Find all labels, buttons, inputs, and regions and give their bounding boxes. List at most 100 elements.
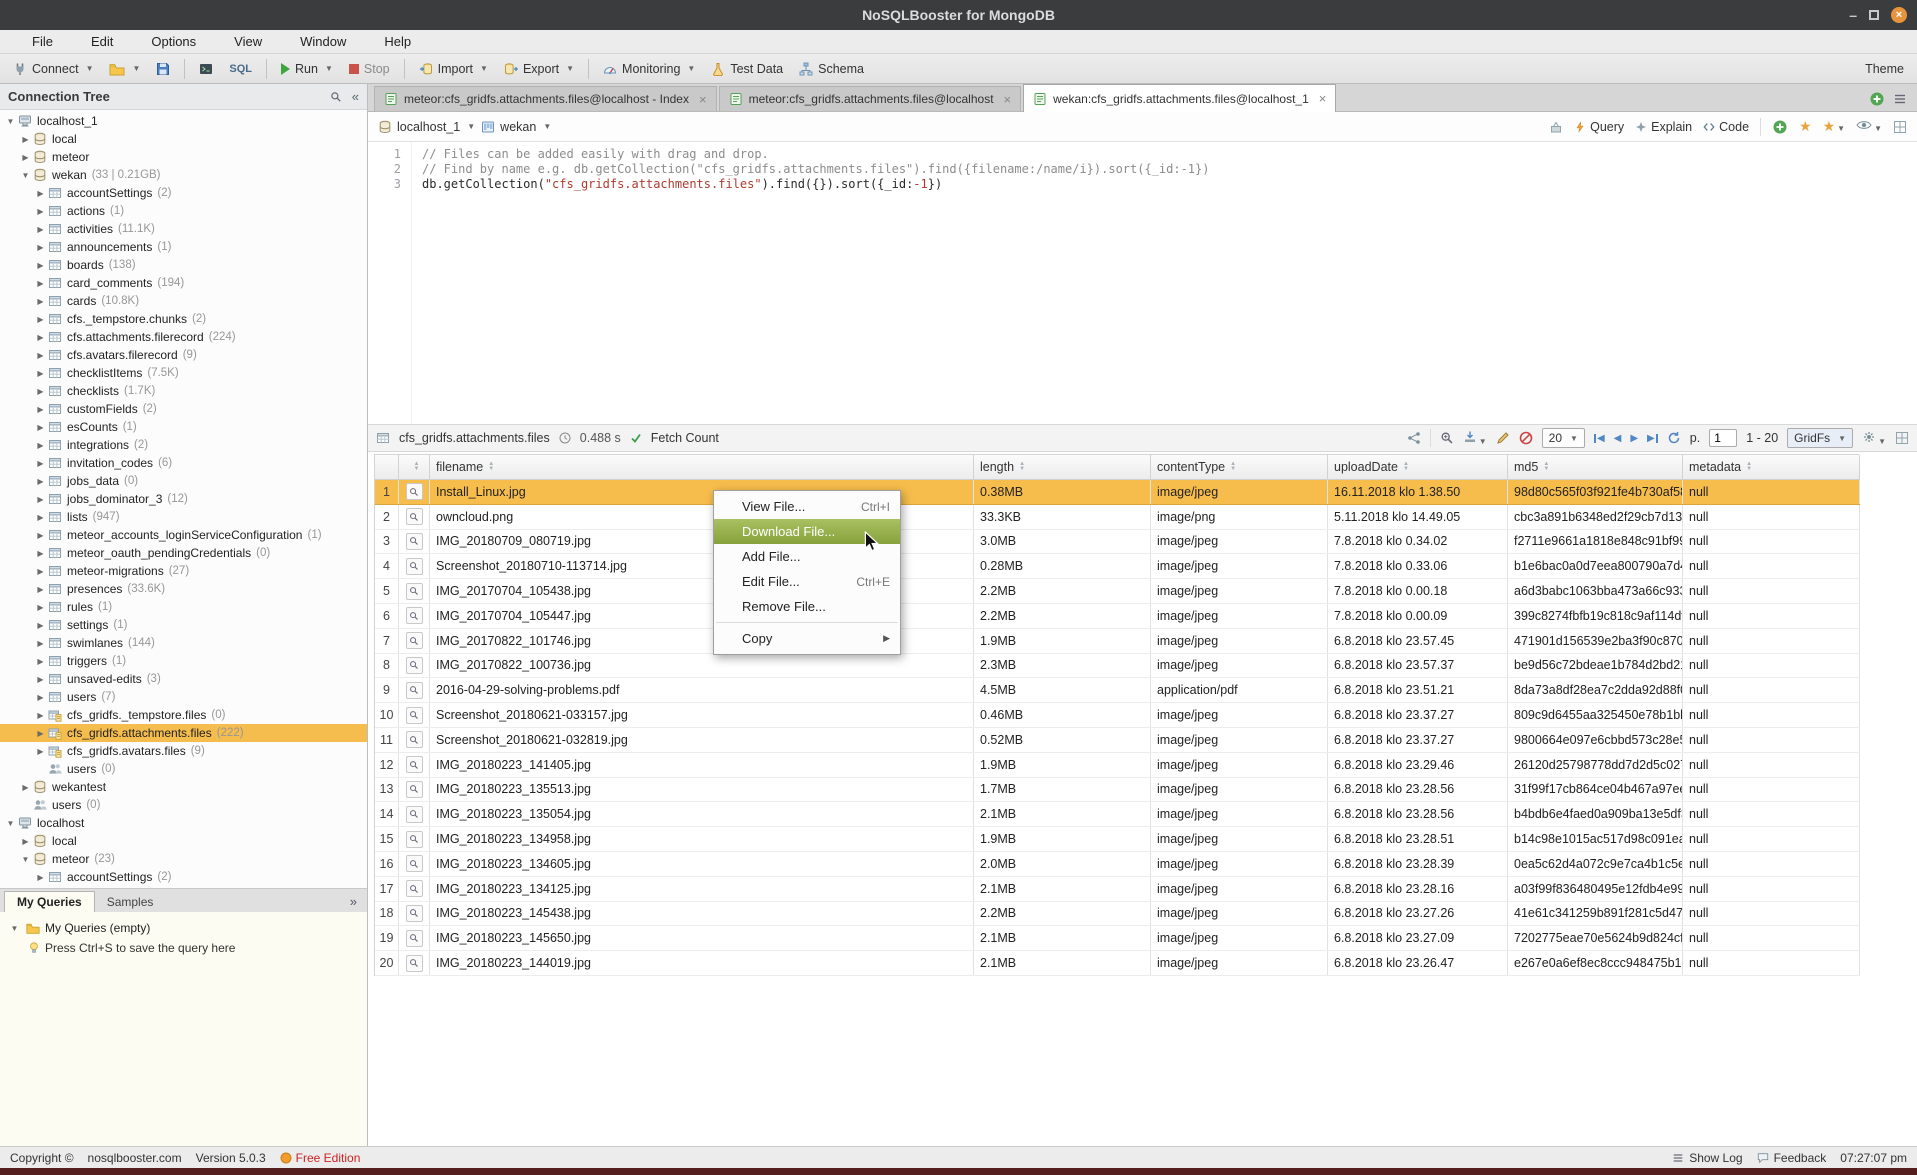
column-header-uploaddate[interactable]: uploadDate▲▼	[1328, 455, 1508, 479]
expand-icon[interactable]: ▶	[34, 747, 47, 756]
tree-item-localhost-1[interactable]: ▼ localhost_1	[0, 112, 367, 130]
connect-button[interactable]: Connect▼	[6, 57, 100, 81]
tree-item-actions[interactable]: ▶ actions (1)	[0, 202, 367, 220]
table-row[interactable]: 18 IMG_20180223_145438.jpg 2.2MB image/j…	[375, 902, 1860, 927]
tree-item-cfs-avatars-filerecord[interactable]: ▶ cfs.avatars.filerecord (9)	[0, 346, 367, 364]
tree-item-local[interactable]: ▶ local	[0, 130, 367, 148]
preview-file-icon[interactable]	[406, 905, 423, 922]
tree-item-jobs-data[interactable]: ▶ jobs_data (0)	[0, 472, 367, 490]
tree-item-cfs-gridfs-avatars-files[interactable]: ▶ cfs_gridfs.avatars.files (9)	[0, 742, 367, 760]
collapse-icon[interactable]: ▼	[4, 819, 17, 828]
zoom-icon[interactable]	[1440, 431, 1454, 445]
export-button[interactable]: Export▼	[497, 57, 581, 81]
preview-file-icon[interactable]	[406, 930, 423, 947]
preview-file-icon[interactable]	[406, 682, 423, 699]
expand-icon[interactable]: ▶	[34, 657, 47, 666]
expand-icon[interactable]: ▶	[34, 261, 47, 270]
expand-icon[interactable]: ▶	[34, 495, 47, 504]
export-menu-icon[interactable]: ▼	[1463, 430, 1487, 447]
table-row[interactable]: 2 owncloud.png 33.3KB image/png 5.11.201…	[375, 505, 1860, 530]
tree-item-triggers[interactable]: ▶ triggers (1)	[0, 652, 367, 670]
open-file-button[interactable]: ▼	[102, 57, 147, 81]
tree-item-activities[interactable]: ▶ activities (11.1K)	[0, 220, 367, 238]
expand-icon[interactable]: ▶	[19, 783, 32, 792]
tree-item-accountsettings[interactable]: ▶ accountSettings (2)	[0, 868, 367, 886]
table-row[interactable]: 5 IMG_20170704_105438.jpg 2.2MB image/jp…	[375, 579, 1860, 604]
tree-item-accountsettings[interactable]: ▶ accountSettings (2)	[0, 184, 367, 202]
site-link[interactable]: nosqlbooster.com	[88, 1151, 182, 1165]
menu-item-edit-file[interactable]: Edit File... Ctrl+E	[714, 569, 900, 594]
visibility-menu-icon[interactable]: ▼	[1856, 119, 1882, 134]
tree-item-rules[interactable]: ▶ rules (1)	[0, 598, 367, 616]
preview-file-icon[interactable]	[406, 731, 423, 748]
tree-item-checklistitems[interactable]: ▶ checklistItems (7.5K)	[0, 364, 367, 382]
tree-item-presences[interactable]: ▶ presences (33.6K)	[0, 580, 367, 598]
tree-item-meteor-accounts-loginserviceconfiguration[interactable]: ▶ meteor_accounts_loginServiceConfigurat…	[0, 526, 367, 544]
expand-icon[interactable]: ▶	[34, 441, 47, 450]
table-row[interactable]: 15 IMG_20180223_134958.jpg 1.9MB image/j…	[375, 827, 1860, 852]
column-header-metadata[interactable]: metadata▲▼	[1683, 455, 1860, 479]
expand-icon[interactable]: ▶	[34, 459, 47, 468]
refresh-icon[interactable]	[1667, 431, 1681, 445]
maximize-icon[interactable]	[1869, 10, 1879, 20]
tree-item-users[interactable]: ▶ users (7)	[0, 688, 367, 706]
menu-item-view-file[interactable]: View File... Ctrl+I	[714, 494, 900, 519]
monitoring-button[interactable]: Monitoring▼	[596, 57, 702, 81]
grid-view-icon[interactable]	[1895, 431, 1909, 445]
preview-file-icon[interactable]	[406, 583, 423, 600]
sidebar-tab-samples[interactable]: Samples	[95, 892, 166, 912]
column-header-filename[interactable]: filename▲▼	[430, 455, 974, 479]
expand-icon[interactable]: ▶	[34, 243, 47, 252]
tree-item-boards[interactable]: ▶ boards (138)	[0, 256, 367, 274]
expand-icon[interactable]: ▶	[19, 135, 32, 144]
code-button[interactable]: Code	[1703, 120, 1749, 134]
close-tab-icon[interactable]: ×	[1319, 91, 1327, 106]
collapse-sidebar-icon[interactable]: «	[352, 89, 359, 104]
menu-item-copy[interactable]: Copy ▶	[714, 626, 900, 651]
tree-item-announcements[interactable]: ▶ announcements (1)	[0, 238, 367, 256]
preview-file-icon[interactable]	[406, 831, 423, 848]
tree-item-cfs-gridfs-attachments-files[interactable]: ▶ cfs_gridfs.attachments.files (222)	[0, 724, 367, 742]
new-tab-icon[interactable]	[1869, 91, 1885, 107]
expand-icon[interactable]: ▶	[34, 873, 47, 882]
expand-icon[interactable]: ▶	[34, 711, 47, 720]
minimize-icon[interactable]: –	[1849, 8, 1857, 22]
expand-icon[interactable]: ▶	[34, 207, 47, 216]
table-row[interactable]: 14 IMG_20180223_135054.jpg 2.1MB image/j…	[375, 802, 1860, 827]
next-page-icon[interactable]: ▶	[1630, 433, 1638, 444]
expand-icon[interactable]: ▶	[34, 639, 47, 648]
preview-file-icon[interactable]	[406, 756, 423, 773]
tree-item-settings[interactable]: ▶ settings (1)	[0, 616, 367, 634]
tree-item-swimlanes[interactable]: ▶ swimlanes (144)	[0, 634, 367, 652]
tree-item-customfields[interactable]: ▶ customFields (2)	[0, 400, 367, 418]
preview-file-icon[interactable]	[406, 657, 423, 674]
menu-file[interactable]: File	[4, 29, 63, 54]
preview-file-icon[interactable]	[406, 855, 423, 872]
tree-item-cards[interactable]: ▶ cards (10.8K)	[0, 292, 367, 310]
column-header-length[interactable]: length▲▼	[974, 455, 1151, 479]
tree-item-meteor-oauth-pendingcredentials[interactable]: ▶ meteor_oauth_pendingCredentials (0)	[0, 544, 367, 562]
table-row[interactable]: 17 IMG_20180223_134125.jpg 2.1MB image/j…	[375, 877, 1860, 902]
tree-item-cfs-attachments-filerecord[interactable]: ▶ cfs.attachments.filerecord (224)	[0, 328, 367, 346]
preview-file-icon[interactable]	[406, 508, 423, 525]
tab-list-icon[interactable]	[1893, 92, 1907, 106]
first-page-icon[interactable]: ◀	[1594, 433, 1605, 444]
expand-icon[interactable]: ▶	[34, 351, 47, 360]
expand-icon[interactable]: ▶	[34, 477, 47, 486]
menu-view[interactable]: View	[206, 29, 272, 54]
expand-icon[interactable]: ▶	[34, 405, 47, 414]
document-tab[interactable]: meteor:cfs_gridfs.attachments.files@loca…	[374, 86, 717, 111]
column-header-contenttype[interactable]: contentType▲▼	[1151, 455, 1328, 479]
menu-options[interactable]: Options	[123, 29, 206, 54]
table-row[interactable]: 9 2016-04-29-solving-problems.pdf 4.5MB …	[375, 678, 1860, 703]
tree-item-local[interactable]: ▶ local	[0, 832, 367, 850]
shell-button[interactable]	[192, 57, 220, 81]
tree-item-card-comments[interactable]: ▶ card_comments (194)	[0, 274, 367, 292]
theme-button[interactable]: Theme	[1858, 57, 1911, 81]
collapse-icon[interactable]: ▼	[19, 855, 32, 864]
favorite-icon[interactable]: ★	[1799, 118, 1812, 135]
add-script-icon[interactable]	[1772, 119, 1788, 135]
explain-button[interactable]: Explain	[1635, 120, 1692, 134]
expand-icon[interactable]: ▶	[34, 225, 47, 234]
edit-icon[interactable]	[1496, 431, 1510, 445]
